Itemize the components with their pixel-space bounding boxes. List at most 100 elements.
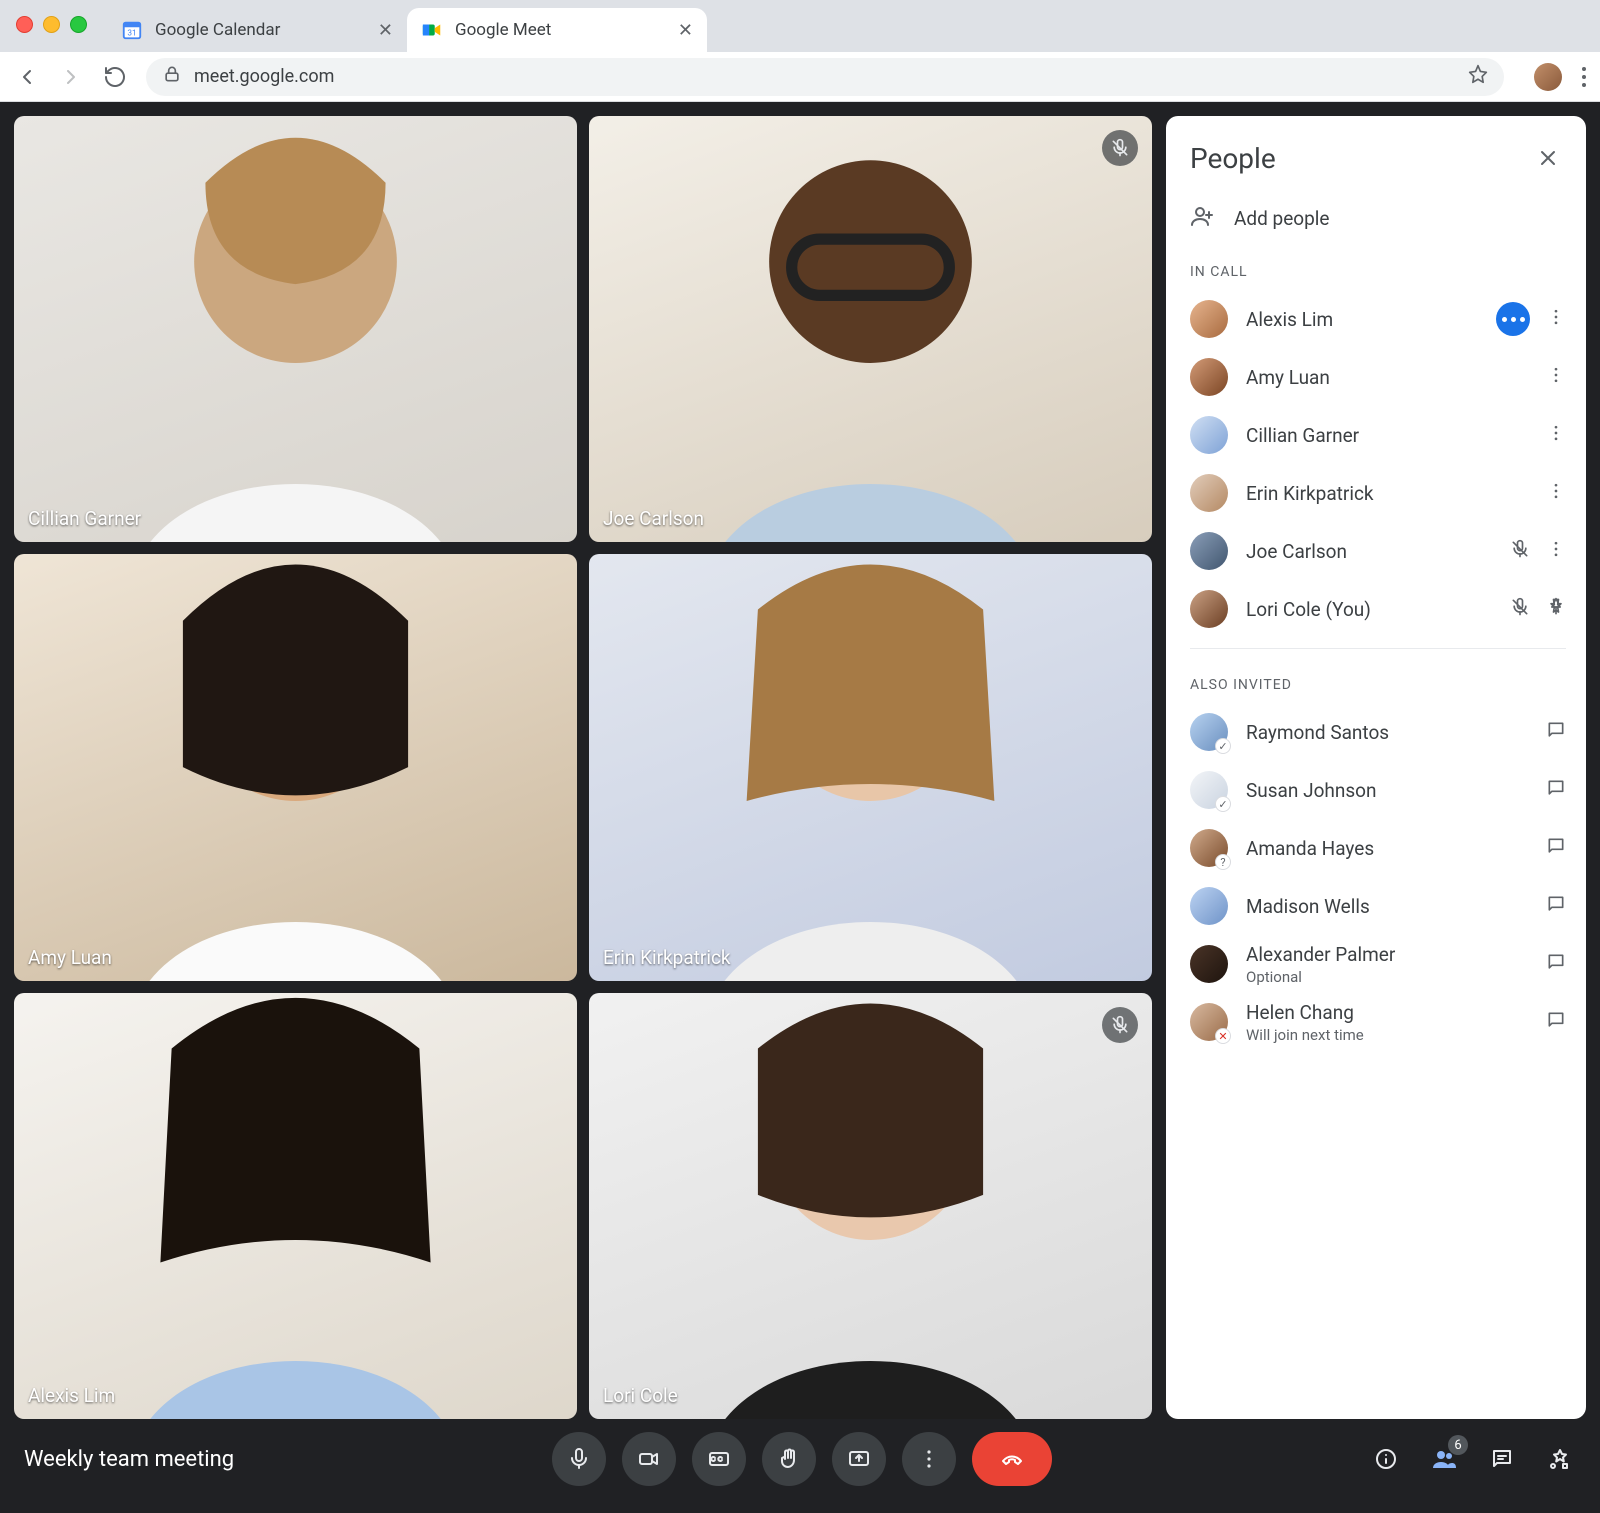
more-options-button[interactable]: [1546, 423, 1566, 447]
nav-reload-icon[interactable]: [102, 64, 128, 90]
person-row[interactable]: Cillian Garner: [1190, 406, 1566, 464]
profile-avatar-icon[interactable]: [1534, 63, 1562, 91]
avatar-icon: [1190, 590, 1228, 628]
person-add-icon: [1190, 204, 1214, 233]
person-row[interactable]: Madison Wells: [1190, 877, 1566, 935]
video-tile[interactable]: Erin Kirkpatrick: [589, 554, 1152, 980]
video-tile[interactable]: Amy Luan: [14, 554, 577, 980]
avatar-icon: ✓: [1190, 713, 1228, 751]
person-row[interactable]: ✓ Raymond Santos: [1190, 703, 1566, 761]
avatar-icon: ✕: [1190, 1003, 1228, 1041]
participant-video-placeholder: [14, 993, 577, 1419]
person-row[interactable]: ✓ Susan Johnson: [1190, 761, 1566, 819]
browser-menu-icon[interactable]: [1582, 67, 1586, 87]
video-tile[interactable]: Cillian Garner: [14, 116, 577, 542]
present-screen-button[interactable]: [832, 1432, 886, 1486]
person-row[interactable]: Alexis Lim: [1190, 290, 1566, 348]
people-button[interactable]: 6: [1428, 1443, 1460, 1475]
section-label-also-invited: ALSO INVITED: [1190, 677, 1566, 693]
tab-meet[interactable]: Google Meet ✕: [407, 8, 707, 52]
tile-name: Erin Kirkpatrick: [603, 946, 731, 969]
window-minimize-icon[interactable]: [43, 16, 60, 33]
meeting-details-button[interactable]: [1370, 1443, 1402, 1475]
person-name: Susan Johnson: [1246, 779, 1528, 802]
more-options-button[interactable]: [1546, 307, 1566, 331]
video-tile[interactable]: Alexis Lim: [14, 993, 577, 1419]
more-options-button[interactable]: [1546, 365, 1566, 389]
avatar-icon: [1190, 945, 1228, 983]
avatar-icon: [1190, 532, 1228, 570]
avatar-icon: [1190, 300, 1228, 338]
more-options-button[interactable]: [1546, 539, 1566, 563]
more-options-button[interactable]: [1546, 481, 1566, 505]
tab-calendar[interactable]: 31 Google Calendar ✕: [107, 8, 407, 52]
avatar-icon: [1190, 358, 1228, 396]
window-close-icon[interactable]: [16, 16, 33, 33]
chat-button[interactable]: [1486, 1443, 1518, 1475]
avatar-icon: [1190, 887, 1228, 925]
mic-off-icon: [1102, 130, 1138, 166]
person-name: Lori Cole (You): [1246, 598, 1492, 621]
nav-back-icon[interactable]: [14, 64, 40, 90]
person-name: Alexis Lim: [1246, 308, 1478, 331]
panel-close-button[interactable]: [1530, 140, 1566, 176]
window-maximize-icon[interactable]: [70, 16, 87, 33]
address-bar: meet.google.com: [0, 52, 1600, 102]
person-row[interactable]: ? Amanda Hayes: [1190, 819, 1566, 877]
pin-icon[interactable]: [1546, 597, 1566, 621]
person-name: Amy Luan: [1246, 366, 1528, 389]
nav-forward-icon[interactable]: [58, 64, 84, 90]
person-name: Raymond Santos: [1246, 721, 1528, 744]
activities-button[interactable]: [1544, 1443, 1576, 1475]
person-name: Alexander Palmer: [1246, 943, 1528, 966]
end-call-button[interactable]: [972, 1432, 1052, 1486]
participant-video-placeholder: [14, 116, 577, 542]
avatar-icon: ?: [1190, 829, 1228, 867]
person-name: Madison Wells: [1246, 895, 1528, 918]
tile-name: Lori Cole: [603, 1384, 678, 1407]
chat-icon[interactable]: [1546, 952, 1566, 976]
close-icon: [1536, 146, 1560, 170]
video-tile[interactable]: Lori Cole: [589, 993, 1152, 1419]
divider: [1190, 648, 1566, 649]
people-panel: People Add people IN CALL Alexis Lim: [1166, 116, 1586, 1419]
video-tile[interactable]: Joe Carlson: [589, 116, 1152, 542]
video-grid: Cillian Garner Joe Carlson Amy Luan Erin…: [14, 116, 1152, 1419]
person-row[interactable]: Amy Luan: [1190, 348, 1566, 406]
tab-close-icon[interactable]: ✕: [678, 20, 693, 41]
person-row[interactable]: Joe Carlson: [1190, 522, 1566, 580]
chat-icon[interactable]: [1546, 778, 1566, 802]
window-controls[interactable]: [16, 16, 87, 33]
raise-hand-button[interactable]: [762, 1432, 816, 1486]
chat-icon[interactable]: [1546, 1010, 1566, 1034]
rsvp-check-icon: ✓: [1215, 738, 1231, 754]
person-row[interactable]: Alexander Palmer Optional: [1190, 935, 1566, 993]
url-input[interactable]: meet.google.com: [146, 58, 1504, 96]
avatar-icon: ✓: [1190, 771, 1228, 809]
chat-icon[interactable]: [1546, 720, 1566, 744]
section-label-in-call: IN CALL: [1190, 264, 1566, 280]
chat-icon[interactable]: [1546, 836, 1566, 860]
person-row[interactable]: ✕ Helen Chang Will join next time: [1190, 993, 1566, 1051]
mic-off-icon: [1510, 539, 1530, 563]
star-icon[interactable]: [1468, 64, 1488, 89]
person-row[interactable]: Lori Cole (You): [1190, 580, 1566, 638]
captions-button[interactable]: [692, 1432, 746, 1486]
in-call-list: Alexis Lim Amy Luan Cillian Garner: [1190, 290, 1566, 638]
participant-video-placeholder: [14, 554, 577, 980]
calendar-favicon-icon: 31: [121, 19, 143, 41]
tab-close-icon[interactable]: ✕: [378, 20, 393, 41]
person-name: Amanda Hayes: [1246, 837, 1528, 860]
tile-name: Amy Luan: [28, 946, 112, 969]
add-people-button[interactable]: Add people: [1190, 194, 1566, 242]
chat-icon[interactable]: [1546, 894, 1566, 918]
camera-toggle-button[interactable]: [622, 1432, 676, 1486]
mic-toggle-button[interactable]: [552, 1432, 606, 1486]
bottom-bar: Weekly team meeting 6: [14, 1419, 1586, 1499]
tile-name: Alexis Lim: [28, 1384, 115, 1407]
participant-video-placeholder: [589, 116, 1152, 542]
more-options-button[interactable]: [902, 1432, 956, 1486]
tab-title: Google Calendar: [155, 20, 280, 40]
person-row[interactable]: Erin Kirkpatrick: [1190, 464, 1566, 522]
speaking-indicator-icon: [1496, 302, 1530, 336]
